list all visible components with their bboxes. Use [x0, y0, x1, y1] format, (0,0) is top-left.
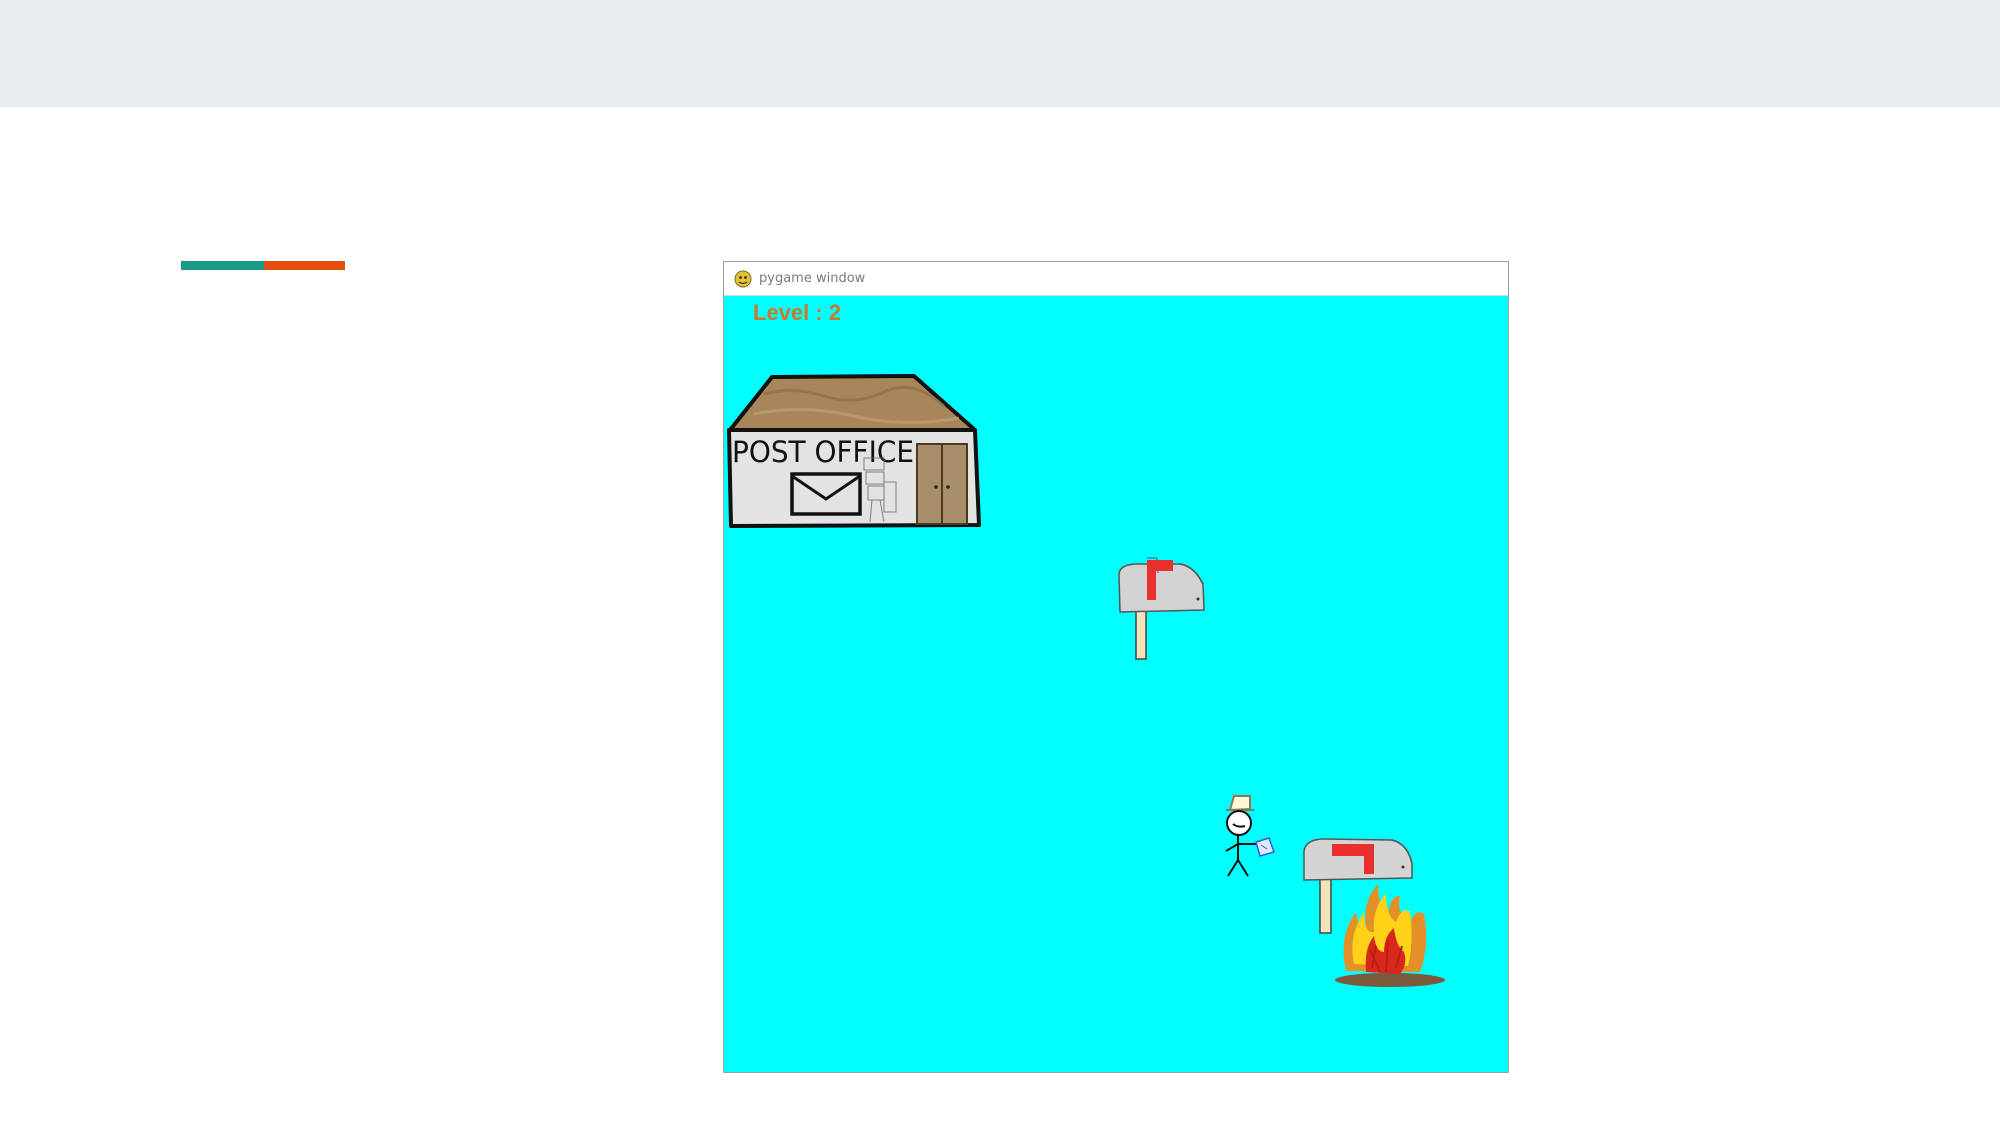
fire-icon — [1335, 884, 1445, 987]
level-value: 2 — [828, 300, 841, 325]
envelope-icon — [790, 472, 862, 516]
mailbox-flag-up — [1118, 557, 1205, 660]
game-scene: POST OFFICE — [727, 374, 1445, 987]
burning-mailbox — [1303, 838, 1445, 987]
post-office-door — [916, 443, 968, 525]
post-office: POST OFFICE — [727, 374, 981, 528]
letter-icon — [1255, 837, 1275, 857]
window-titlebar[interactable]: pygame window — [724, 262, 1508, 296]
top-band — [0, 0, 2000, 107]
post-office-sign: POST OFFICE — [732, 435, 914, 469]
accent-bar — [181, 261, 345, 270]
hud-level: Level : 2 — [753, 300, 841, 326]
accent-bar-teal — [181, 261, 264, 270]
game-window[interactable]: pygame window POST OFFICE Level: 2 — [723, 261, 1509, 1073]
pygame-snake-icon — [734, 270, 752, 287]
level-label: Level : — [753, 300, 823, 325]
mailman-stickman — [1225, 795, 1275, 877]
accent-bar-orange — [264, 261, 345, 270]
window-title: pygame window — [759, 271, 866, 286]
game-canvas[interactable]: POST OFFICE Level: 2 — [724, 296, 1508, 1072]
